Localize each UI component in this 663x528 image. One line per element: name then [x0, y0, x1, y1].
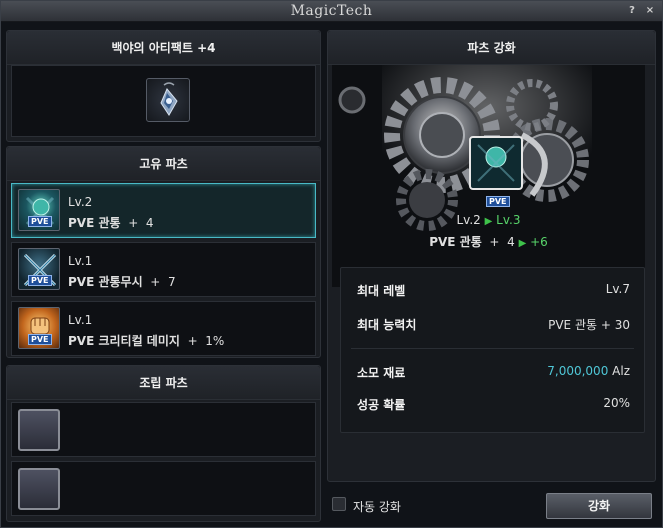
gear-preview: PVE Lv.2 ▶ Lv.3 PVE 관통 + 4 ▶ +6	[332, 65, 645, 287]
assembly-slot-row	[11, 461, 316, 516]
part-stat-value: 4	[145, 216, 154, 230]
part-stat-name: PVE 크리티컬 데미지	[68, 334, 180, 348]
max-stat-label: 최대 능력치	[357, 318, 417, 332]
part-stat-value: 7	[167, 275, 176, 289]
material-label: 소모 재료	[357, 366, 406, 380]
unique-parts-panel: 고유 파츠 PVE Lv.2 PVE 관통 + 4 PVE Lv.1 PVE 관…	[6, 146, 321, 358]
to-value: +6	[530, 235, 548, 249]
info-row-max-level: 최대 레벨 Lv.7	[341, 282, 644, 302]
assembly-slot-row	[11, 402, 316, 457]
part-stat-sep: +	[128, 216, 139, 230]
part-row-pve-penetration-ignore[interactable]: PVE Lv.1 PVE 관통무시 + 7	[11, 242, 316, 297]
pve-badge: PVE	[28, 216, 52, 227]
success-label: 성공 확률	[357, 398, 406, 412]
enhance-stat-sep: +	[489, 235, 500, 249]
part-stat-sep: +	[187, 334, 198, 348]
info-row-max-stat: 최대 능력치 PVE 관통 + 30	[341, 316, 644, 336]
title-bar[interactable]: MagicTech ? ×	[1, 1, 662, 22]
artifact-title: 백야의 아티팩트 +4	[7, 31, 320, 65]
stat-change: PVE 관통 + 4 ▶ +6	[332, 233, 645, 250]
from-value: 4	[507, 235, 515, 249]
material-unit: Alz	[612, 364, 630, 378]
artifact-panel: 백야의 아티팩트 +4	[6, 30, 321, 142]
part-stat-sep: +	[150, 275, 161, 289]
info-row-success: 성공 확률 20%	[341, 396, 644, 416]
enhance-title: 파츠 강화	[328, 31, 655, 65]
enhance-stat-name: PVE 관통	[429, 235, 482, 249]
part-row-pve-critical-damage[interactable]: PVE Lv.1 PVE 크리티컬 데미지 + 1%	[11, 301, 316, 356]
help-button[interactable]: ?	[625, 4, 639, 18]
assembly-parts-title: 조립 파츠	[7, 366, 320, 400]
part-stat: PVE 관통 + 4	[68, 214, 154, 231]
pve-cross-icon: PVE	[18, 248, 60, 290]
level-change: Lv.2 ▶ Lv.3	[332, 213, 645, 227]
divider	[351, 348, 634, 349]
material-amount: 7,000,000	[547, 364, 609, 378]
pve-badge: PVE	[28, 334, 52, 345]
to-level: Lv.3	[496, 213, 521, 227]
material-value: 7,000,000 Alz	[547, 364, 630, 378]
assembly-slot[interactable]	[18, 468, 60, 510]
play-arrow-icon: ▶	[518, 238, 527, 249]
assembly-parts-panel: 조립 파츠	[6, 365, 321, 522]
max-level-label: 최대 레벨	[357, 284, 406, 298]
enhance-panel: 파츠 강화 PVE Lv.2 ▶ Lv.3 PVE 관통 + 4 ▶ +6 최대…	[327, 30, 656, 482]
part-stat: PVE 관통무시 + 7	[68, 273, 176, 290]
pendant-icon[interactable]	[146, 78, 190, 122]
part-level: Lv.2	[68, 195, 93, 209]
max-level-value: Lv.7	[605, 282, 630, 296]
pve-badge: PVE	[28, 275, 52, 286]
part-stat-name: PVE 관통	[68, 216, 121, 230]
part-row-pve-penetration[interactable]: PVE Lv.2 PVE 관통 + 4	[11, 183, 316, 238]
part-stat-name: PVE 관통무시	[68, 275, 143, 289]
unique-parts-title: 고유 파츠	[7, 147, 320, 181]
auto-enhance-label: 자동 강화	[353, 500, 401, 514]
auto-enhance-checkbox[interactable]	[332, 497, 346, 511]
gears-icon	[338, 65, 592, 231]
pve-badge: PVE	[486, 196, 510, 207]
pve-orb-icon: PVE	[18, 189, 60, 231]
artifact-slot	[11, 65, 316, 137]
pve-fist-icon: PVE	[18, 307, 60, 349]
max-stat-value: PVE 관통 + 30	[548, 318, 630, 332]
from-level: Lv.2	[456, 213, 481, 227]
part-stat: PVE 크리티컬 데미지 + 1%	[68, 332, 224, 349]
part-level: Lv.1	[68, 254, 93, 268]
window-title: MagicTech	[290, 3, 373, 19]
play-arrow-icon: ▶	[484, 216, 493, 227]
part-level: Lv.1	[68, 313, 93, 327]
assembly-slot[interactable]	[18, 409, 60, 451]
success-value: 20%	[603, 396, 630, 410]
info-row-material: 소모 재료 7,000,000 Alz	[341, 364, 644, 384]
magictech-window: MagicTech ? × 백야의 아티팩트 +4 고유 파츠 PVE Lv.2…	[0, 0, 663, 528]
part-stat-value: 1%	[205, 334, 225, 348]
enhance-button[interactable]: 강화	[546, 493, 652, 519]
close-button[interactable]: ×	[643, 4, 657, 18]
enhance-info-box: 최대 레벨 Lv.7 최대 능력치 PVE 관통 + 30 소모 재료 7,00…	[340, 267, 645, 433]
